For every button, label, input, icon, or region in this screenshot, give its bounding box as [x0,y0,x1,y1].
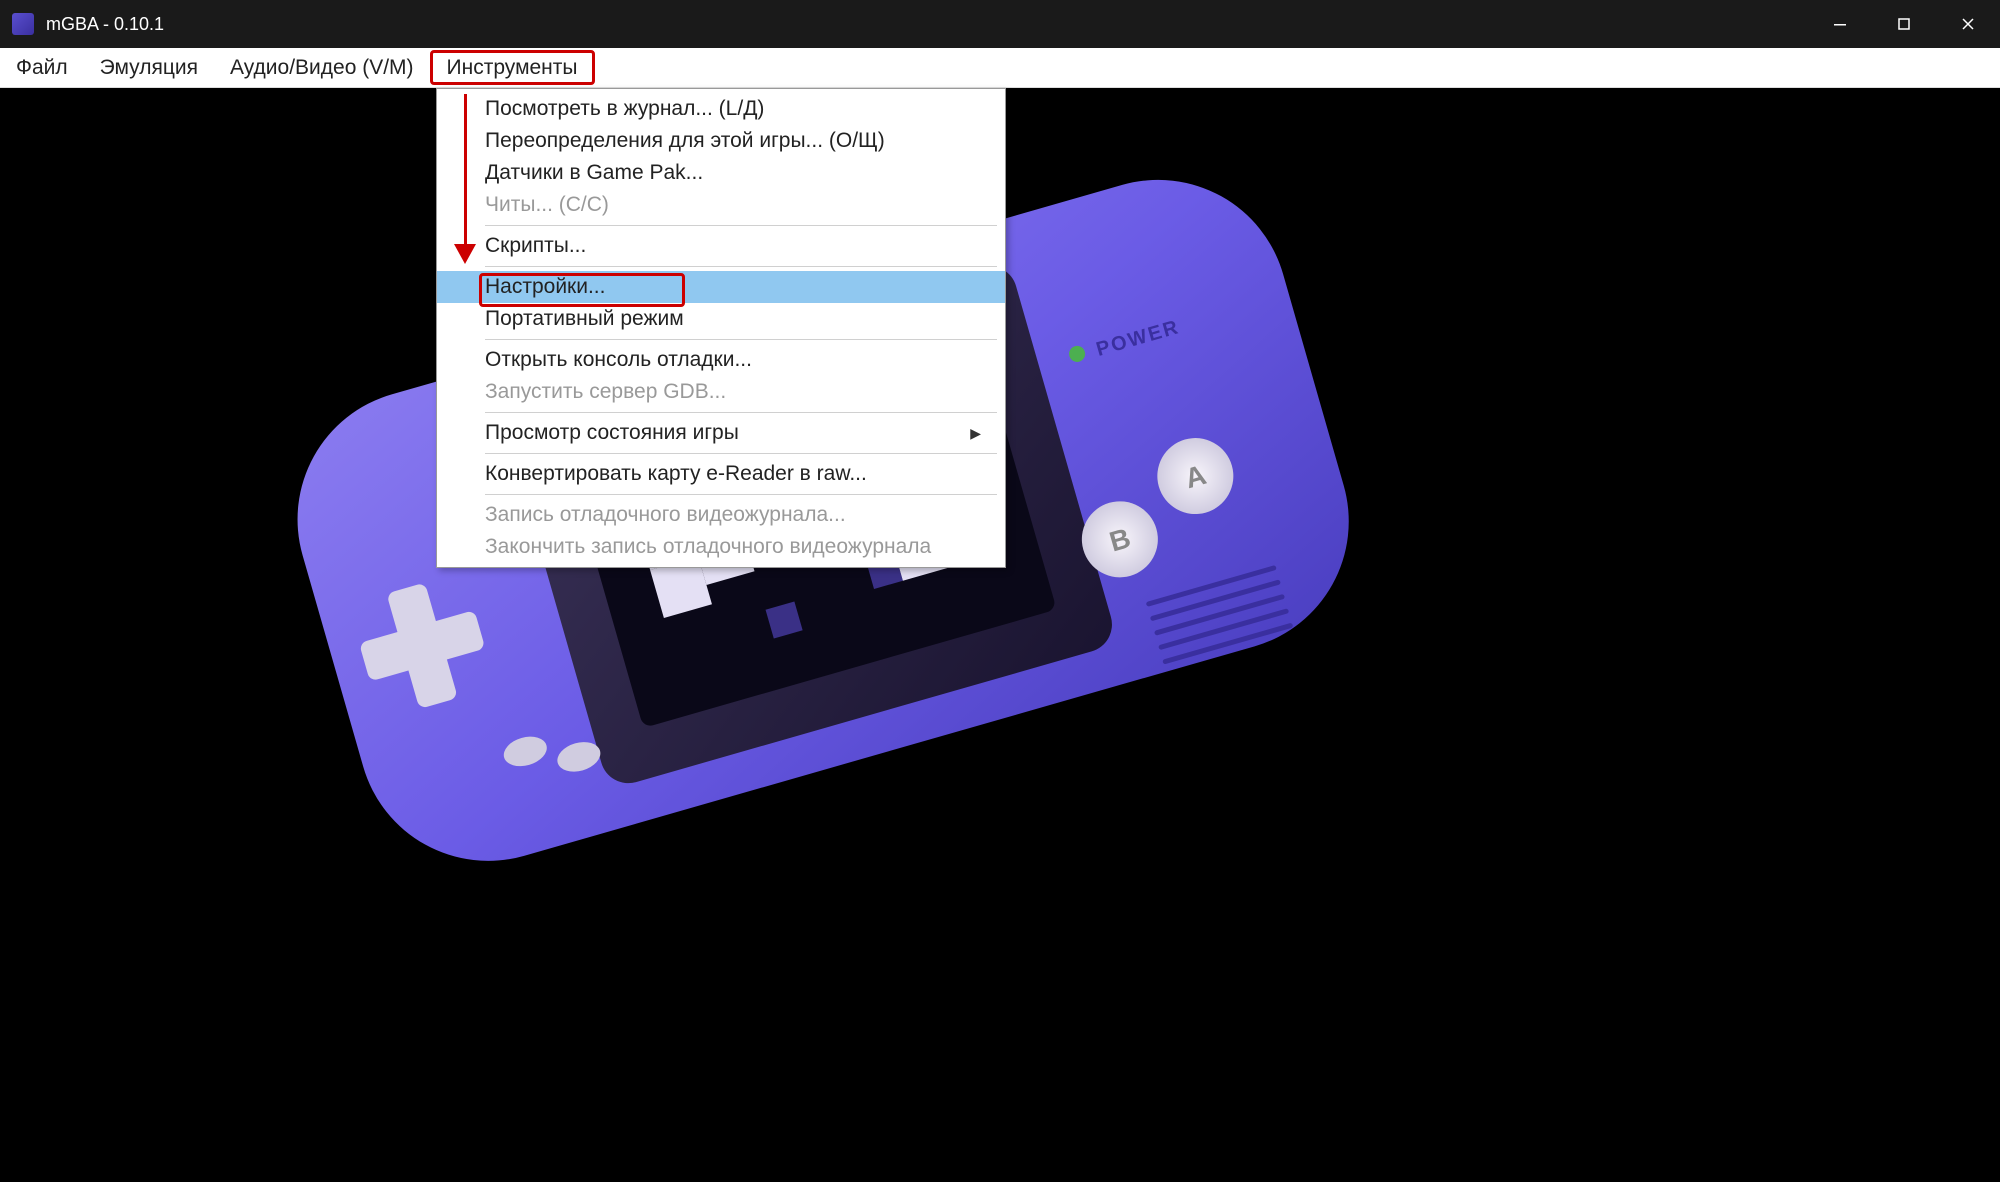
app-icon [12,13,34,35]
menu-portable-mode[interactable]: Портативный режим [437,303,1005,335]
menu-game-state-view[interactable]: Просмотр состояния игры▶ [437,417,1005,449]
close-button[interactable] [1936,0,2000,48]
dropdown-separator [485,225,997,226]
menu-emulation[interactable]: Эмуляция [84,48,214,87]
menu-start-gdb[interactable]: Запустить сервер GDB... [437,376,1005,408]
menu-overrides[interactable]: Переопределения для этой игры... (О/Щ) [437,125,1005,157]
dropdown-separator [485,339,997,340]
dropdown-separator [485,266,997,267]
dropdown-separator [485,412,997,413]
menu-audio-video[interactable]: Аудио/Видео (V/М) [214,48,430,87]
maximize-button[interactable] [1872,0,1936,48]
titlebar-controls [1808,0,2000,48]
minimize-button[interactable] [1808,0,1872,48]
menubar: Файл Эмуляция Аудио/Видео (V/М) Инструме… [0,48,2000,88]
menu-settings[interactable]: Настройки... [437,271,1005,303]
menu-tools[interactable]: Инструменты [430,50,595,85]
menu-convert-ereader[interactable]: Конвертировать карту e-Reader в raw... [437,458,1005,490]
menu-open-debug-console[interactable]: Открыть консоль отладки... [437,344,1005,376]
titlebar: mGBA - 0.10.1 [0,0,2000,48]
menu-view-log[interactable]: Посмотреть в журнал... (L/Д) [437,93,1005,125]
dropdown-separator [485,453,997,454]
menu-scripts[interactable]: Скрипты... [437,230,1005,262]
menu-stop-debug-video[interactable]: Закончить запись отладочного видеожурнал… [437,531,1005,563]
dropdown-separator [485,494,997,495]
menu-gamepak-sensors[interactable]: Датчики в Game Pak... [437,157,1005,189]
chevron-right-icon: ▶ [970,425,981,442]
menu-record-debug-video[interactable]: Запись отладочного видеожурнала... [437,499,1005,531]
titlebar-left: mGBA - 0.10.1 [0,13,164,35]
window-title: mGBA - 0.10.1 [46,14,164,35]
menu-cheats[interactable]: Читы... (С/С) [437,189,1005,221]
menu-file[interactable]: Файл [0,48,84,87]
tools-dropdown: Посмотреть в журнал... (L/Д) Переопредел… [436,88,1006,568]
